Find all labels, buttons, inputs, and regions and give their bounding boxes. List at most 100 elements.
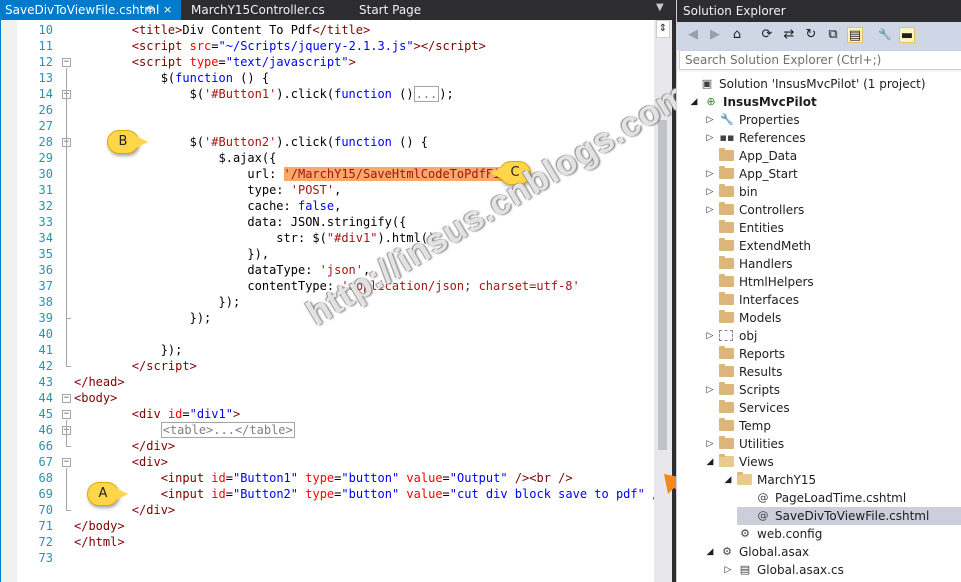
tree-item[interactable]: ▷ Controllers <box>677 201 961 219</box>
code-line[interactable]: contentType: 'application/json; charset=… <box>74 278 579 294</box>
expanded-arrow-icon[interactable]: ◢ <box>689 93 699 111</box>
tree-item[interactable]: Entities <box>677 219 961 237</box>
history-icon[interactable]: ⟳ <box>759 27 775 43</box>
tree-item[interactable]: ▣ Solution 'InsusMvcPilot' (1 project) <box>677 75 961 93</box>
code-line[interactable]: }), <box>74 246 269 262</box>
tree-item[interactable]: ▷ Scripts <box>677 381 961 399</box>
split-window-icon[interactable]: ⇕ <box>656 20 670 38</box>
code-line[interactable]: str: $("#div1").html() <box>74 230 435 246</box>
tree-item[interactable]: @ SaveDivToViewFile.cshtml <box>737 507 961 525</box>
code-line[interactable]: </head> <box>74 374 125 390</box>
collapsed-arrow-icon[interactable]: ▷ <box>705 435 715 453</box>
tree-item[interactable]: Reports <box>677 345 961 363</box>
tree-item[interactable]: Services <box>677 399 961 417</box>
refresh-icon[interactable]: ↻ <box>803 27 819 43</box>
folder-icon <box>719 238 734 251</box>
tree-item[interactable]: Interfaces <box>677 291 961 309</box>
properties-icon[interactable]: 🔧 <box>877 27 893 43</box>
tree-item[interactable]: ◢ MarchY15 <box>677 471 961 489</box>
tree-item[interactable]: ▷ 🔧 Properties <box>677 111 961 129</box>
tab-savedivtoviewfile[interactable]: SaveDivToViewFile.cshtml ⊕ × <box>0 0 181 20</box>
search-input[interactable]: Search Solution Explorer (Ctrl+;) <box>679 50 961 70</box>
collapse-region-icon[interactable]: − <box>62 394 71 403</box>
tree-item[interactable]: ▷ bin <box>677 183 961 201</box>
code-line[interactable]: </script> <box>74 358 197 374</box>
tree-item[interactable]: ◢ ⊕ InsusMvcPilot <box>677 93 961 111</box>
line-number: 34 <box>38 231 53 245</box>
tree-item[interactable]: Results <box>677 363 961 381</box>
sync-icon[interactable]: ⇄ <box>781 27 797 43</box>
code-line[interactable]: $('#Button1').click(function ()...); <box>74 86 454 102</box>
code-line[interactable]: type: 'POST', <box>74 182 341 198</box>
tree-item[interactable]: ◢ ⚙ Global.asax <box>677 543 961 561</box>
code-line[interactable]: </body> <box>74 518 125 534</box>
expanded-arrow-icon[interactable]: ◢ <box>705 453 715 471</box>
collapsed-arrow-icon[interactable]: ▷ <box>705 129 715 147</box>
tree-item[interactable]: @ PageLoadTime.cshtml <box>677 489 961 507</box>
collapse-region-icon[interactable]: − <box>62 410 71 419</box>
code-line[interactable]: url: '/MarchY15/SaveHtmlCodeToPdfFile', <box>74 166 529 182</box>
collapsed-arrow-icon[interactable]: ▷ <box>723 561 733 579</box>
collapsed-arrow-icon[interactable]: ▷ <box>705 381 715 399</box>
code-line[interactable]: <script src="~/Scripts/jquery-2.1.3.js">… <box>74 38 486 54</box>
code-line[interactable]: <div> <box>74 454 168 470</box>
collapsed-arrow-icon[interactable]: ▷ <box>705 183 715 201</box>
collapse-region-icon[interactable]: − <box>62 458 71 467</box>
tree-item[interactable]: ▷ App_Start <box>677 165 961 183</box>
tree-item[interactable]: ▷ ▤ Global.asax.cs <box>677 561 961 579</box>
tree-item[interactable]: App_Data <box>677 147 961 165</box>
back-icon[interactable]: ◀ <box>685 27 701 43</box>
code-line[interactable]: <script type="text/javascript"> <box>74 54 356 70</box>
tab-marchy15controller[interactable]: MarchY15Controller.cs <box>186 0 325 20</box>
code-line[interactable]: <div id="div1"> <box>74 406 240 422</box>
tree-item[interactable]: ▷ Utilities <box>677 435 961 453</box>
collapsed-arrow-icon[interactable]: ▷ <box>705 201 715 219</box>
home-icon[interactable]: ⌂ <box>729 27 745 43</box>
code-line[interactable]: </html> <box>74 534 125 550</box>
tree-item[interactable]: Models <box>677 309 961 327</box>
collapse-region-icon[interactable]: − <box>62 58 71 67</box>
code-line[interactable]: <title>Div Content To Pdf</title> <box>74 22 370 38</box>
tree-item[interactable]: ExtendMeth <box>677 237 961 255</box>
code-line[interactable]: <input id="Button2" type="button" value=… <box>74 486 667 502</box>
code-line[interactable]: cache: false, <box>74 198 341 214</box>
code-line[interactable]: }); <box>74 310 212 326</box>
code-line[interactable]: </div> <box>74 502 175 518</box>
code-line[interactable]: }); <box>74 342 183 358</box>
expanded-arrow-icon[interactable]: ◢ <box>705 543 715 561</box>
tree-item[interactable]: ⚙ web.config <box>677 525 961 543</box>
forward-icon[interactable]: ▶ <box>707 27 723 43</box>
preview-icon[interactable]: ▬ <box>899 27 915 43</box>
collapsed-arrow-icon[interactable]: ▷ <box>705 111 715 129</box>
code-line[interactable]: <table>...</table> <box>74 422 295 438</box>
code-line[interactable]: <body> <box>74 390 117 406</box>
collapsed-arrow-icon[interactable]: ▷ <box>705 165 715 183</box>
line-number: 70 <box>38 503 53 517</box>
folder-icon <box>719 346 734 359</box>
code-line[interactable]: </div> <box>74 438 175 454</box>
line-number: 14 <box>38 87 53 101</box>
code-line[interactable]: $.ajax({ <box>74 150 276 166</box>
show-all-files-icon[interactable]: ▤ <box>847 27 863 43</box>
code-line[interactable]: dataType: 'json', <box>74 262 370 278</box>
tree-item[interactable]: Temp <box>677 417 961 435</box>
code-line[interactable]: data: JSON.stringify({ <box>74 214 406 230</box>
tree-item-label: PageLoadTime.cshtml <box>775 491 907 505</box>
references-icon: ▪▪ <box>719 131 735 144</box>
tab-start-page[interactable]: Start Page <box>354 0 421 20</box>
tree-item[interactable]: ▷ obj <box>677 327 961 345</box>
code-line[interactable]: $(function () { <box>74 70 269 86</box>
collapse-all-icon[interactable]: ⧉ <box>825 27 841 43</box>
expanded-arrow-icon[interactable]: ◢ <box>723 471 733 489</box>
code-line[interactable]: <input id="Button1" type="button" value=… <box>74 470 573 486</box>
tree-item[interactable]: ◢ Views <box>677 453 961 471</box>
tree-item[interactable]: HtmlHelpers <box>677 273 961 291</box>
close-icon[interactable]: × <box>163 0 172 20</box>
code-line[interactable]: }); <box>74 294 240 310</box>
tree-item[interactable]: ▷ ▪▪ References <box>677 129 961 147</box>
tree-item[interactable]: Handlers <box>677 255 961 273</box>
pin-icon[interactable]: ⊕ <box>146 0 154 20</box>
collapsed-arrow-icon[interactable]: ▷ <box>705 327 715 345</box>
scrollbar-thumb[interactable] <box>658 120 667 450</box>
tab-dropdown-icon[interactable]: ▼ <box>656 2 664 13</box>
